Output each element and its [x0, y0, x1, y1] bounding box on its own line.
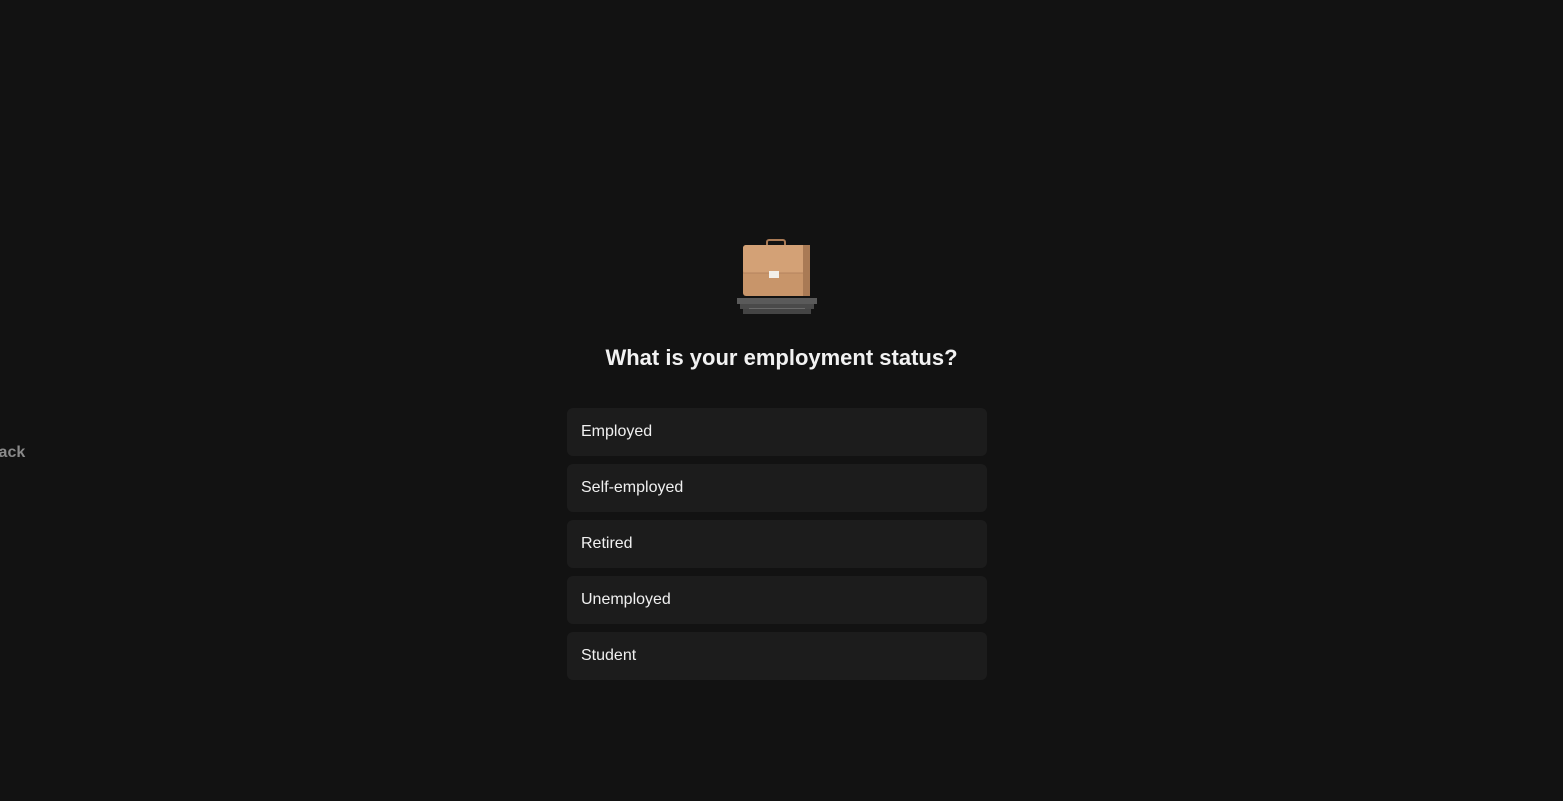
- employment-status-page: Back What is your employment status? Emp…: [0, 0, 1563, 801]
- question-title: What is your employment status?: [605, 345, 958, 370]
- option-employed[interactable]: Employed: [567, 408, 987, 456]
- option-label: Student: [581, 647, 637, 664]
- option-label: Retired: [581, 535, 633, 552]
- back-link[interactable]: Back: [0, 444, 25, 462]
- option-unemployed[interactable]: Unemployed: [567, 576, 987, 624]
- option-student[interactable]: Student: [567, 632, 987, 680]
- option-label: Employed: [581, 423, 653, 440]
- option-retired[interactable]: Retired: [567, 520, 987, 568]
- option-label: Self-employed: [581, 479, 684, 496]
- option-label: Unemployed: [581, 591, 671, 608]
- briefcase-icon: [735, 238, 819, 320]
- answer-options: Employed Self-employed Retired Unemploye…: [567, 408, 987, 688]
- option-self-employed[interactable]: Self-employed: [567, 464, 987, 512]
